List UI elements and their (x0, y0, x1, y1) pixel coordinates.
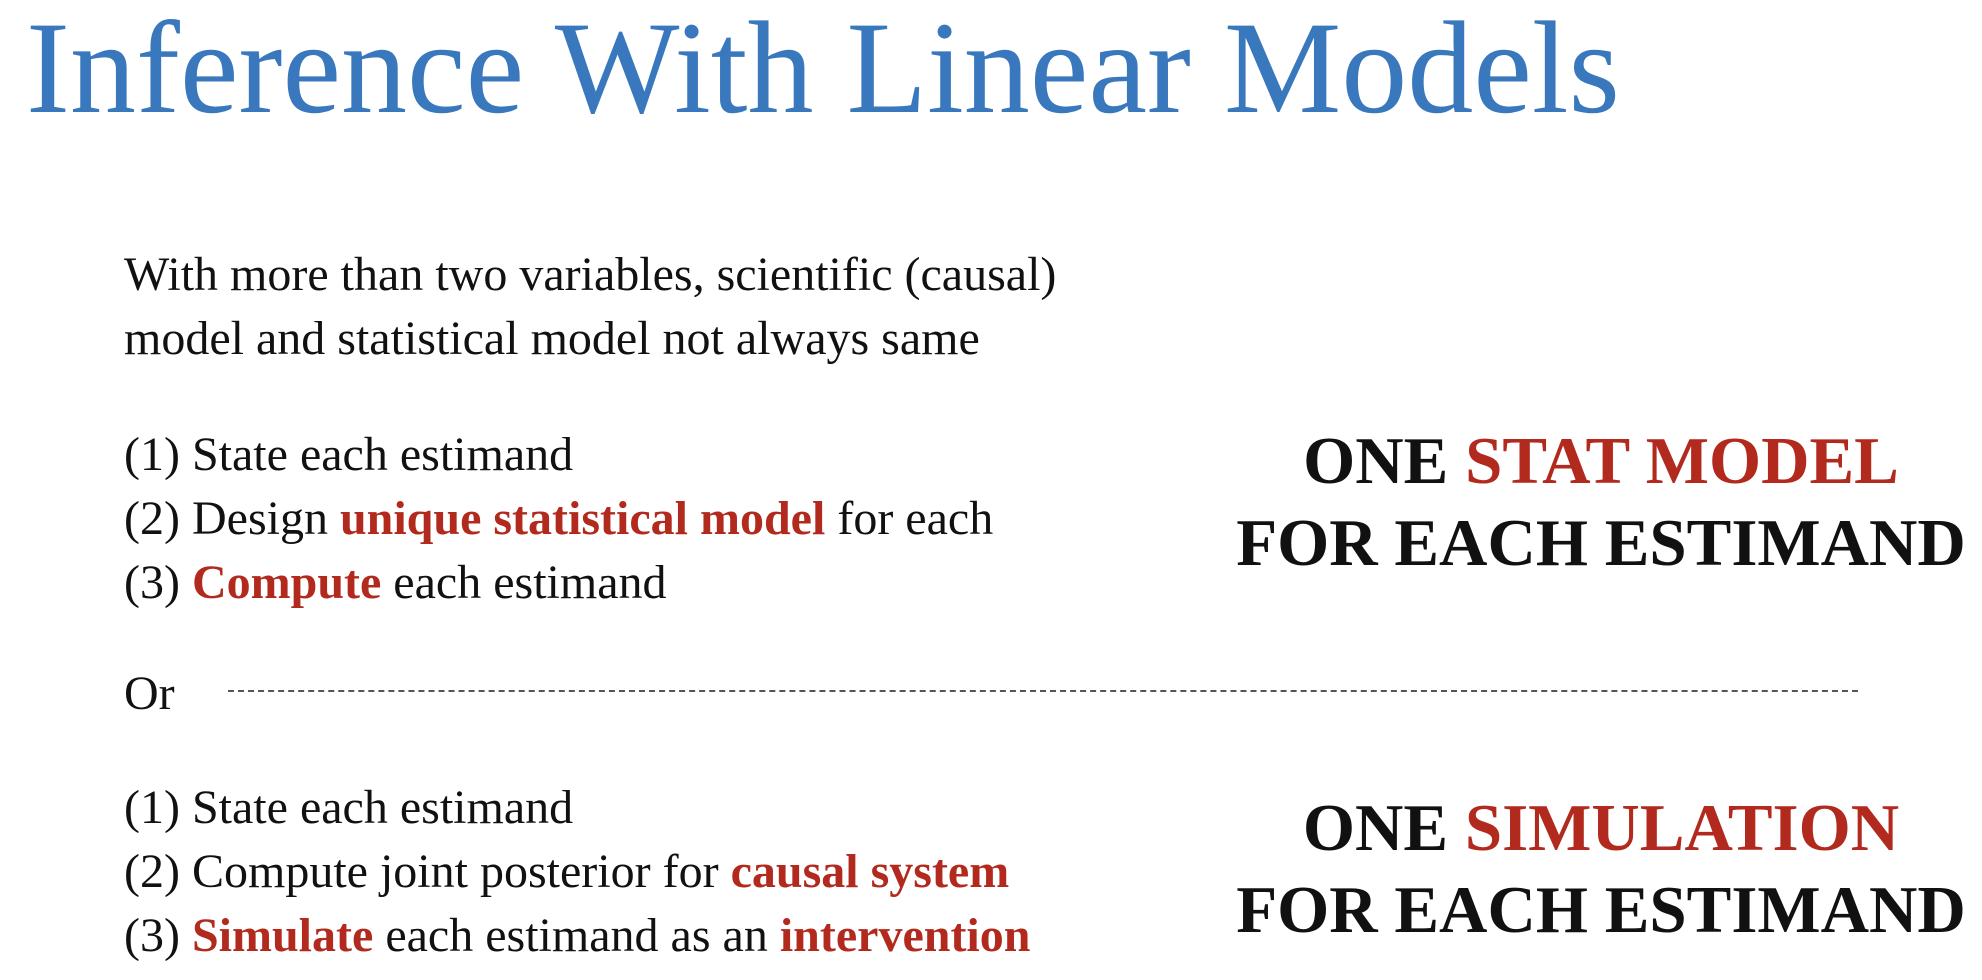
approach-2-step-3-middle: each estimand as an (373, 909, 780, 962)
callout-1-prefix: ONE (1303, 424, 1466, 498)
approach-1-step-3-suffix: each estimand (381, 556, 667, 609)
approach-2-steps: (1) State each estimand (2) Compute join… (124, 776, 1030, 968)
callout-1-line-1: ONE STAT MODEL (1236, 420, 1966, 502)
approach-2-step-3: (3) Simulate each estimand as an interve… (124, 904, 1030, 968)
callout-2-highlight: SIMULATION (1464, 791, 1900, 865)
approach-1-step-3-highlight: Compute (191, 556, 382, 609)
approach-1-step-3-prefix: (3) (124, 556, 192, 609)
approach-2-step-3-highlight: Simulate (191, 909, 374, 962)
approach-1-step-2-suffix: for each (825, 492, 994, 545)
divider-dashed (228, 690, 1858, 692)
approach-1-steps: (1) State each estimand (2) Design uniqu… (124, 423, 993, 615)
callout-simulation: ONE SIMULATION FOR EACH ESTIMAND (1236, 787, 1966, 951)
approach-2-step-2-highlight: causal system (730, 845, 1010, 898)
callout-2-line-1: ONE SIMULATION (1236, 787, 1966, 869)
approach-2-step-2: (2) Compute joint posterior for causal s… (124, 840, 1030, 904)
intro-line-2: model and statistical model not always s… (124, 312, 980, 365)
callout-2-line-2: FOR EACH ESTIMAND (1236, 873, 1966, 947)
callout-2-prefix: ONE (1302, 791, 1465, 865)
approach-2-step-1: (1) State each estimand (124, 781, 574, 834)
intro-line-1: With more than two variables, scientific… (124, 248, 1057, 301)
approach-1-step-2-prefix: (2) Design (124, 492, 340, 545)
approach-1-step-2: (2) Design unique statistical model for … (124, 487, 993, 551)
callout-1-highlight: STAT MODEL (1465, 424, 1899, 498)
approach-2-step-3-prefix: (3) (124, 909, 192, 962)
approach-2-step-2-prefix: (2) Compute joint posterior for (124, 845, 731, 898)
intro-text: With more than two variables, scientific… (124, 243, 1056, 371)
callout-stat-model: ONE STAT MODEL FOR EACH ESTIMAND (1236, 420, 1966, 584)
approach-1-step-1: (1) State each estimand (124, 428, 574, 481)
approach-1-step-2-highlight: unique statistical model (339, 492, 826, 545)
or-label: Or (124, 667, 175, 720)
callout-1-line-2: FOR EACH ESTIMAND (1236, 506, 1966, 580)
approach-2-step-3-highlight-2: intervention (779, 909, 1031, 962)
approach-1-step-3: (3) Compute each estimand (124, 551, 993, 615)
page-title: Inference With Linear Models (26, 0, 1620, 141)
